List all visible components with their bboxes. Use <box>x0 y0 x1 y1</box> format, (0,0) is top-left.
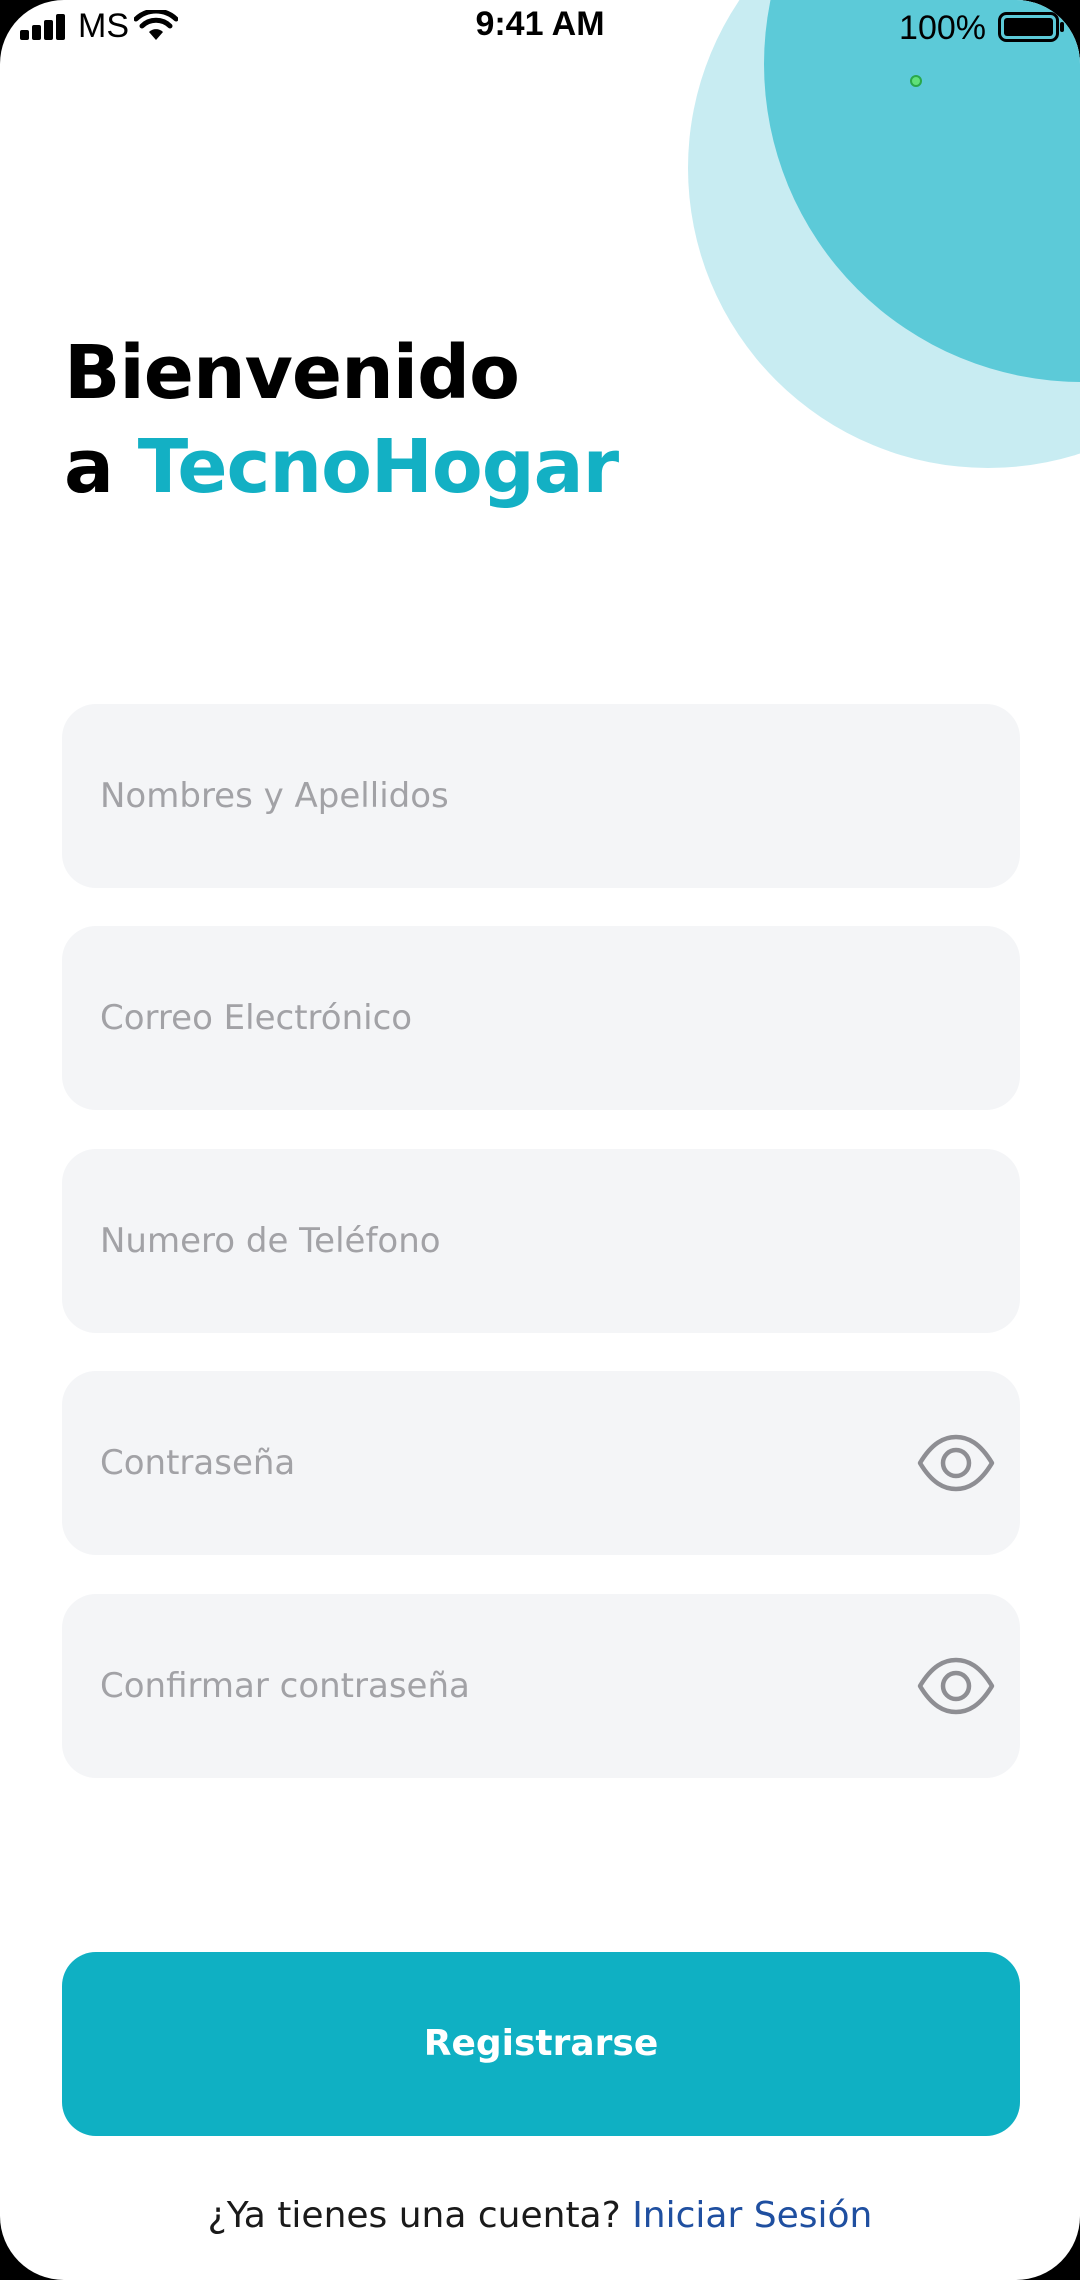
battery-percentage: 100% <box>899 9 986 47</box>
eye-icon[interactable] <box>916 1656 996 1716</box>
password-field[interactable]: Contraseña <box>62 1371 1020 1555</box>
login-prompt: ¿Ya tienes una cuenta? Iniciar Sesión <box>0 2188 1080 2244</box>
brand-name: TecnoHogar <box>137 424 619 510</box>
eye-icon[interactable] <box>916 1433 996 1493</box>
email-placeholder: Correo Electrónico <box>100 998 413 1038</box>
battery-icon <box>998 12 1064 42</box>
full-name-field[interactable]: Nombres y Apellidos <box>62 704 1020 888</box>
confirm-password-placeholder: Confirmar contraseña <box>100 1666 470 1706</box>
password-placeholder: Contraseña <box>100 1443 296 1483</box>
phone-field[interactable]: Numero de Teléfono <box>62 1149 1020 1333</box>
confirm-password-field[interactable]: Confirmar contraseña <box>62 1594 1020 1778</box>
welcome-line-2: a TecnoHogar <box>64 420 619 514</box>
status-bar: MS 9:41 AM 100% <box>0 0 1080 52</box>
signup-screen: MS 9:41 AM 100% Bienvenido a TecnoHogar … <box>0 0 1080 2280</box>
register-button[interactable]: Registrarse <box>62 1952 1020 2136</box>
welcome-prefix: a <box>64 424 114 510</box>
login-link[interactable]: Iniciar Sesión <box>632 2195 872 2236</box>
email-field[interactable]: Correo Electrónico <box>62 926 1020 1110</box>
phone-placeholder: Numero de Teléfono <box>100 1221 441 1261</box>
welcome-heading: Bienvenido a TecnoHogar <box>64 326 619 514</box>
have-account-text: ¿Ya tienes una cuenta? <box>207 2195 621 2236</box>
welcome-line-1: Bienvenido <box>64 330 520 416</box>
full-name-placeholder: Nombres y Apellidos <box>100 776 449 816</box>
